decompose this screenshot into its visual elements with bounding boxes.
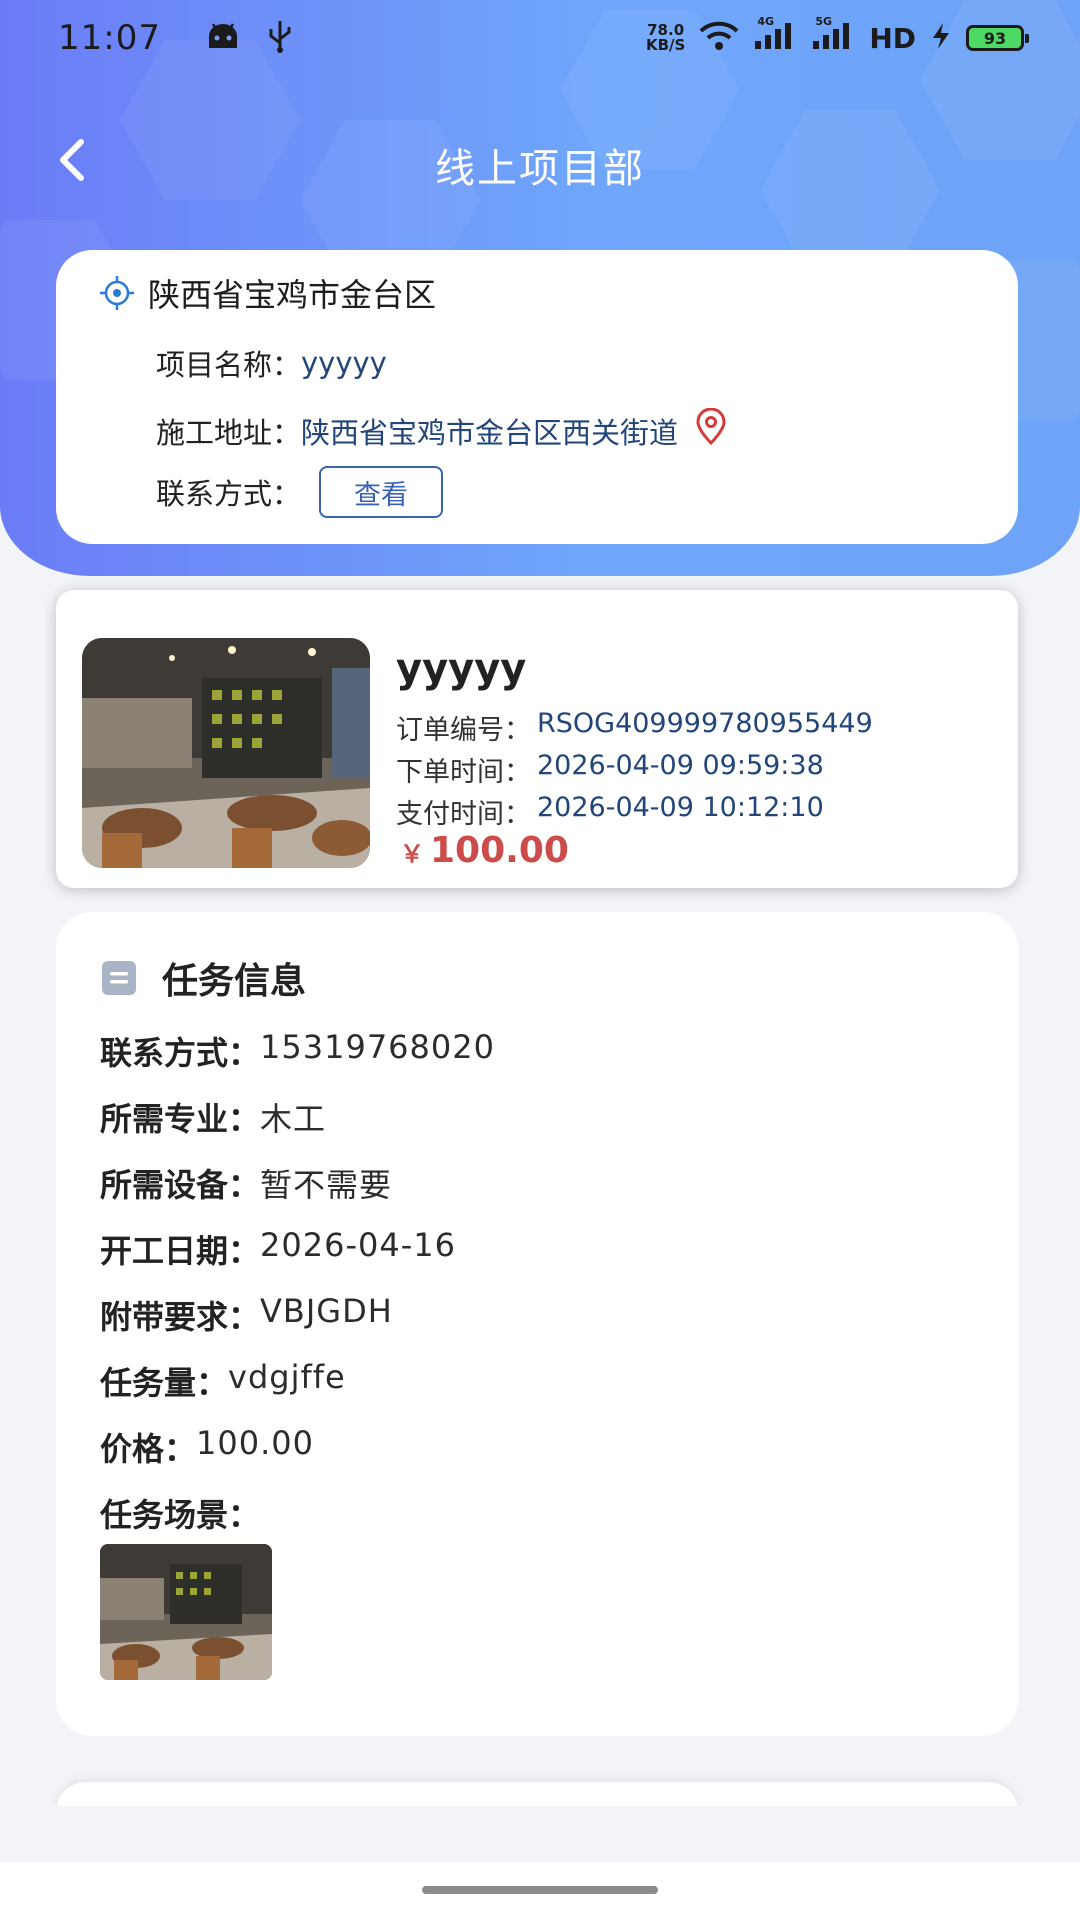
view-contact-button[interactable]: 查看 [319,466,444,518]
task-row-requirements: 附带要求： VBJGDH [100,1292,393,1336]
contact-phone: 15319768020 [260,1028,495,1066]
currency-symbol: ￥ [400,840,424,868]
battery-icon: 93 [966,25,1029,51]
signal-5g-icon: 5G [811,15,855,55]
order-project-name: yyyyy [396,646,527,692]
task-row-equipment: 所需设备： 暂不需要 [100,1166,393,1204]
hd-voice-indicator: HD [869,21,916,55]
task-row-specialty: 所需专业： 木工 [100,1100,327,1138]
pay-time: 2026-04-09 10:12:10 [537,792,824,823]
order-thumbnail [82,638,370,868]
project-name-label: 项目名称： [156,348,302,382]
task-row-start-date: 开工日期： 2026-04-16 [100,1226,456,1270]
address-row: 施工地址： 陕西省宝鸡市金台区西关街道 [156,407,728,453]
contact-label: 联系方式： [156,477,302,511]
map-pin-icon[interactable] [694,407,728,453]
pay-time-row: 支付时间： 2026-04-09 10:12:10 [396,792,824,830]
android-debug-icon [205,22,241,54]
order-card[interactable]: yyyyy 订单编号： RSOG409999780955449 下单时间： 20… [56,590,1018,888]
task-info-card: 任务信息 联系方式： 15319768020 所需专业： 木工 所需设备： 暂不… [56,912,1018,1736]
order-number: RSOG409999780955449 [537,708,873,739]
address-label: 施工地址： [156,415,302,450]
task-row-scene: 任务场景： [100,1496,261,1534]
task-info-title: 任务信息 [162,961,307,1002]
task-info-header: 任务信息 [100,952,306,1004]
task-row-workload: 任务量： vdgjffe [100,1358,346,1402]
task-row-contact: 联系方式： 15319768020 [100,1028,495,1072]
location-row: 陕西省宝鸡市金台区 [98,270,436,316]
signal-4g-icon: 4G [753,15,797,55]
locate-icon [100,276,134,310]
net-speed: 78.0 KB/S [645,21,686,54]
contact-row: 联系方式： 查看 [156,466,444,518]
project-name-row: 项目名称： yyyyy [156,342,387,384]
task-row-price: 价格： 100.00 [100,1424,314,1468]
order-time: 2026-04-09 09:59:38 [537,750,824,781]
address-value: 陕西省宝鸡市金台区西关街道 [301,415,679,450]
region-text: 陕西省宝鸡市金台区 [148,276,437,314]
task-scene-image[interactable] [100,1544,272,1680]
order-number-row: 订单编号： RSOG409999780955449 [396,708,873,746]
price-amount: 100.00 [430,830,569,871]
project-location-card: 陕西省宝鸡市金台区 项目名称： yyyyy 施工地址： 陕西省宝鸡市金台区西关街… [56,250,1018,544]
order-time-row: 下单时间： 2026-04-09 09:59:38 [396,750,824,788]
wifi-icon [699,21,739,55]
usb-icon [267,19,293,57]
project-name-value: yyyyy [301,346,387,380]
order-price: ￥ 100.00 [400,830,569,871]
page-title: 线上项目部 [435,146,645,192]
charging-icon [930,21,952,55]
status-bar: 11:07 78.0 KB/S 4G 5G HD 93 [0,0,1080,76]
home-indicator[interactable] [422,1886,658,1894]
document-icon [102,961,136,995]
status-time: 11:07 [58,18,161,58]
